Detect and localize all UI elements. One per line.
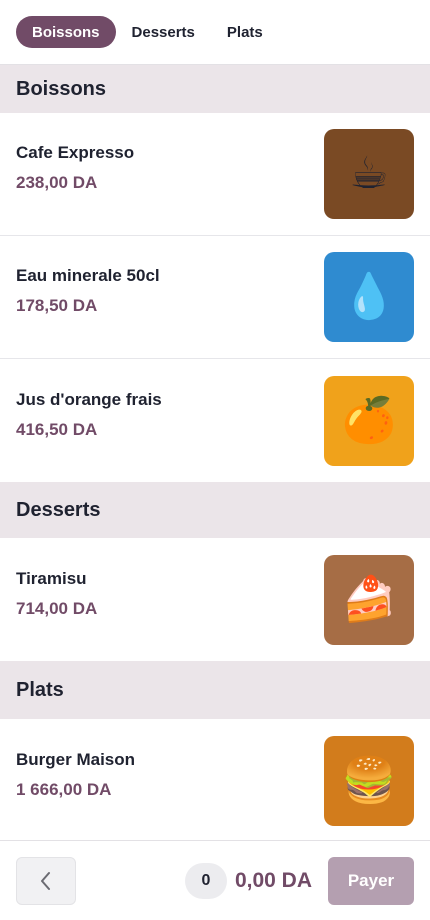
pay-button[interactable]: Payer <box>328 856 414 905</box>
product-price: 416,50 DA <box>16 419 98 439</box>
product-item[interactable]: Tiramisu 714,00 DA 🍰 <box>0 538 430 661</box>
section-header-desserts: Desserts <box>0 482 430 538</box>
tab-plats[interactable]: Plats <box>211 16 279 48</box>
coffee-cup-icon[interactable]: ☕ <box>324 129 414 219</box>
burger-icon[interactable]: 🍔 <box>324 735 414 826</box>
product-name: Cafe Expresso <box>16 143 135 162</box>
product-price: 178,50 DA <box>16 296 98 315</box>
product-item[interactable]: Burger Maison 1 666,00 DA 🍔 <box>0 719 430 840</box>
product-price: 238,00 DA <box>16 173 98 192</box>
item-count-badge: 0 <box>184 862 227 899</box>
product-name: Eau minerale 50cl <box>16 266 160 285</box>
chevron-left-icon <box>41 871 50 890</box>
water-drop-icon[interactable]: 💧 <box>324 252 414 342</box>
back-button[interactable] <box>16 856 76 905</box>
cake-slice-icon[interactable]: 🍰 <box>324 554 414 645</box>
tab-desserts[interactable]: Desserts <box>116 16 211 48</box>
product-name: Burger Maison <box>16 749 136 769</box>
tab-boissons[interactable]: Boissons <box>16 16 116 48</box>
product-list[interactable]: Boissons Cafe Expresso 238,00 DA ☕ Eau m… <box>0 65 430 840</box>
product-name: Jus d'orange frais <box>16 389 162 409</box>
product-price: 1 666,00 DA <box>16 779 112 799</box>
product-item[interactable]: Eau minerale 50cl 178,50 DA 💧 <box>0 236 430 359</box>
product-name: Tiramisu <box>16 568 87 588</box>
order-total: 0,00 DA <box>234 868 312 892</box>
section-header-boissons: Boissons <box>0 65 430 113</box>
category-tab-bar: Boissons Desserts Plats <box>0 0 430 65</box>
product-item[interactable]: Jus d'orange frais 416,50 DA 🍊 <box>0 359 430 482</box>
order-footer: 0 0,00 DA Payer <box>0 840 430 920</box>
product-item[interactable]: Cafe Expresso 238,00 DA ☕ <box>0 113 430 236</box>
orange-icon[interactable]: 🍊 <box>324 375 414 466</box>
product-price: 714,00 DA <box>16 598 98 618</box>
section-header-plats: Plats <box>0 661 430 719</box>
